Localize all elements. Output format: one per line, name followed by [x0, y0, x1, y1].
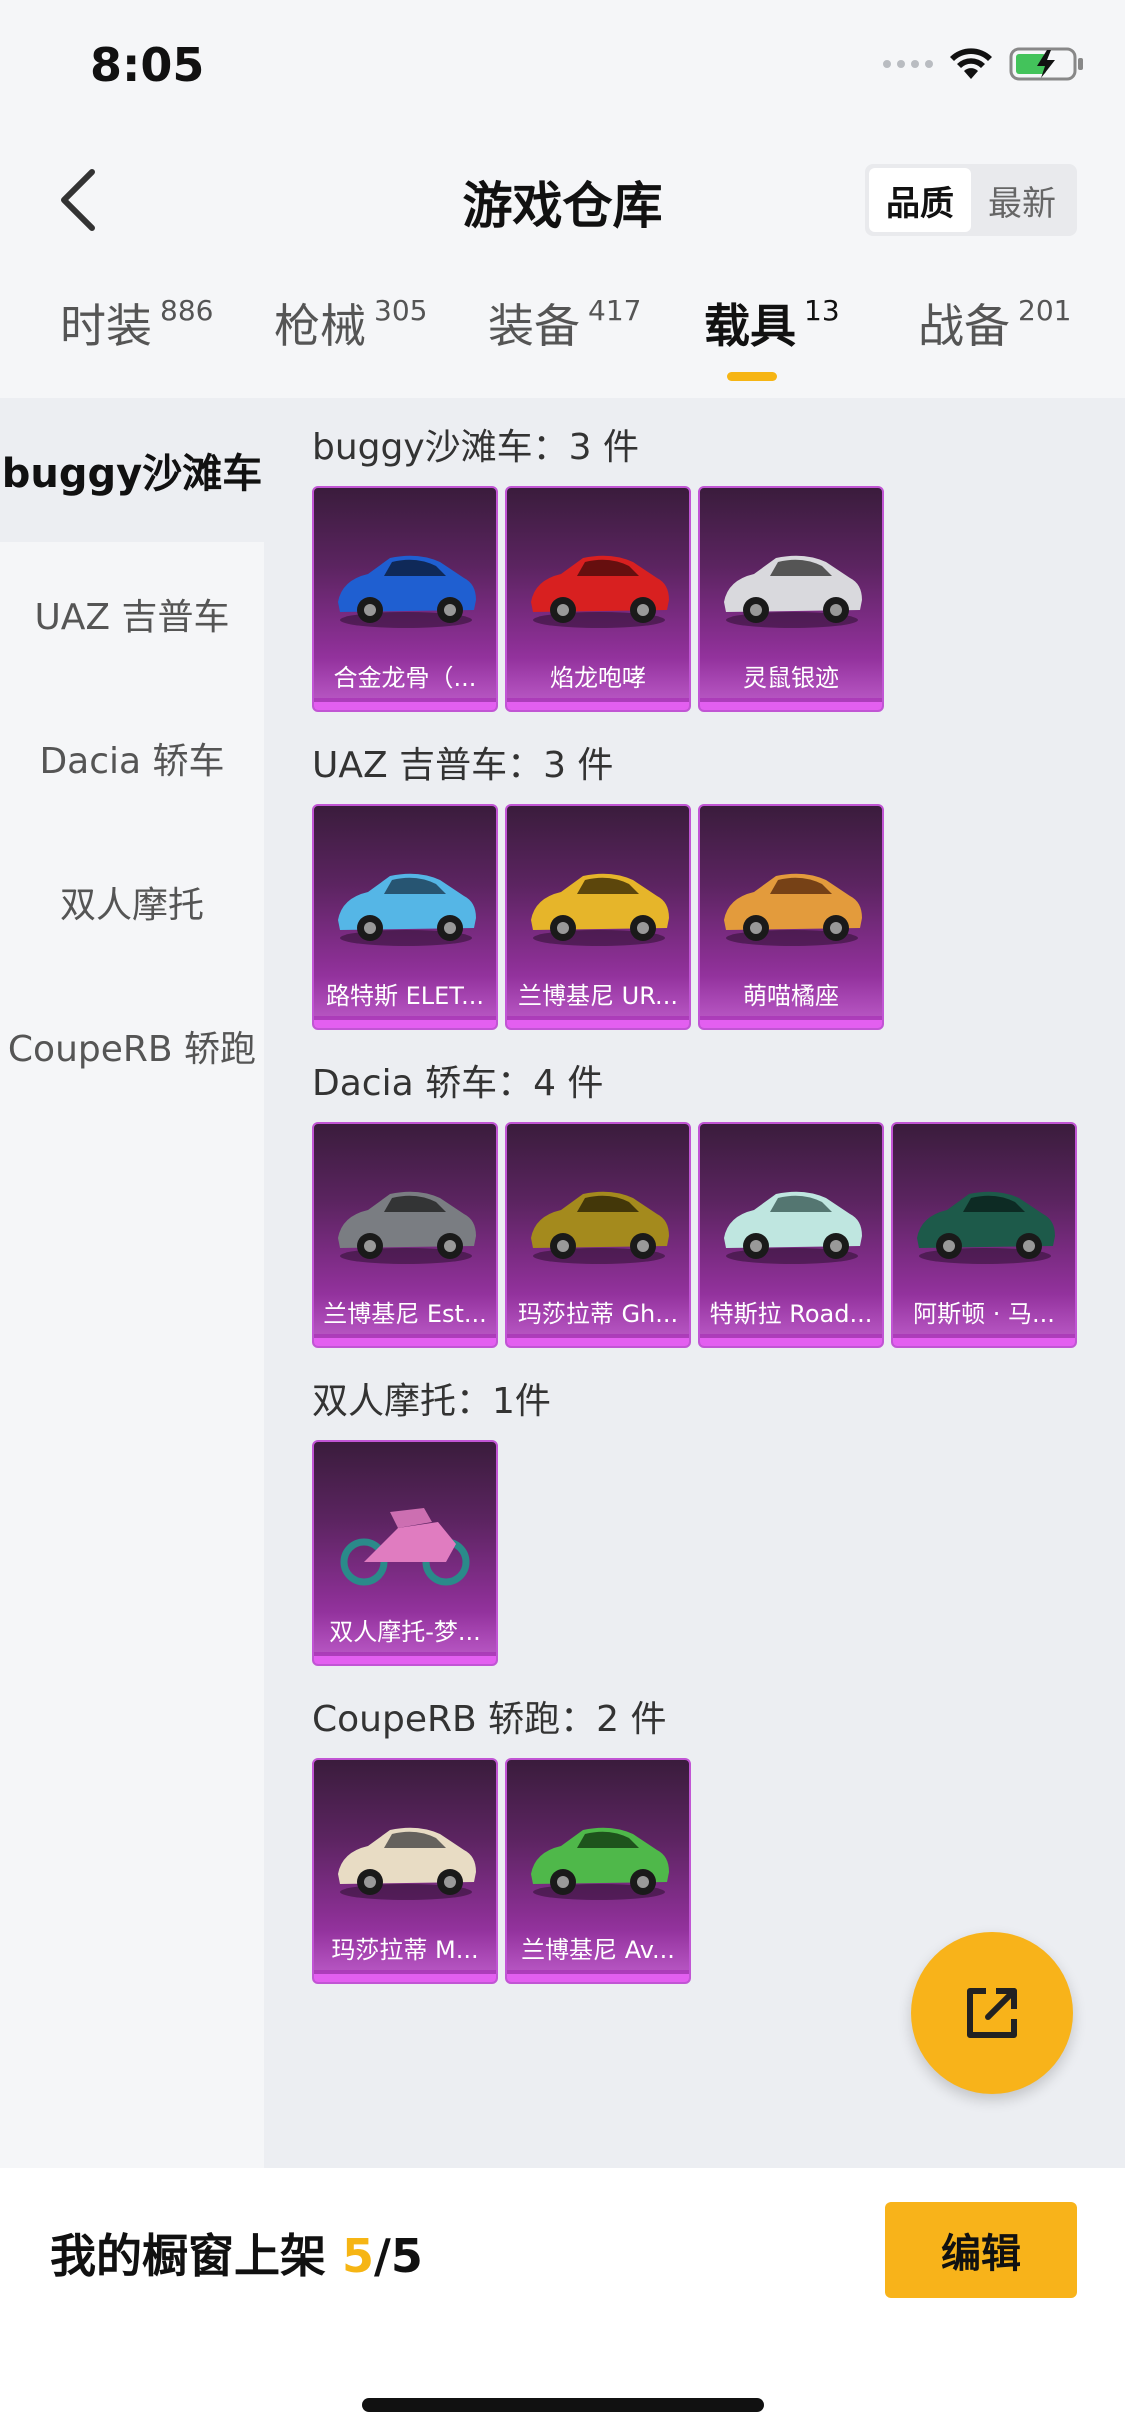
vehicle-name: 焰龙咆哮 [507, 658, 689, 698]
vehicle-name: 合金龙骨（... [314, 658, 496, 698]
tab-vehicles[interactable]: 载具 13 [704, 290, 840, 356]
tab-tactical[interactable]: 战备 201 [918, 290, 1071, 356]
tab-equipment[interactable]: 装备 417 [488, 290, 641, 356]
vehicle-name: 双人摩托-梦... [314, 1612, 496, 1652]
active-tab-indicator [727, 372, 777, 381]
sidebar: buggy沙滩车 UAZ 吉普车 Dacia 轿车 双人摩托 CoupeRB 轿… [0, 398, 264, 2168]
car-image [724, 873, 862, 946]
tab-weapons[interactable]: 枪械 305 [274, 290, 427, 356]
vehicle-card[interactable]: 萌喵橘座 [698, 804, 884, 1030]
tab-fashion[interactable]: 时装 886 [60, 290, 213, 356]
home-indicator [362, 2398, 764, 2412]
vehicle-card[interactable]: 玛莎拉蒂 M... [312, 1758, 498, 1984]
edit-button[interactable]: 编辑 [885, 2202, 1077, 2298]
status-bar: 8:05 [0, 0, 1125, 136]
category-tabs: 时装 886 枪械 305 装备 417 载具 13 战备 201 [0, 290, 1125, 400]
battery-icon [1009, 47, 1083, 81]
status-icons [883, 46, 1085, 82]
tab-label: 时装 [60, 299, 152, 353]
sidebar-item-motorbike[interactable]: 双人摩托 [0, 830, 264, 974]
tab-count: 305 [374, 294, 428, 327]
vehicle-name: 灵鼠银迹 [700, 658, 882, 698]
vehicle-card[interactable]: 路特斯 ELET... [312, 804, 498, 1030]
showcase-label: 我的橱窗上架 [50, 2229, 343, 2283]
car-image [531, 1191, 669, 1264]
sidebar-item-uaz[interactable]: UAZ 吉普车 [0, 542, 264, 686]
signal-icon [883, 60, 933, 68]
car-image [531, 1827, 669, 1900]
sidebar-item-coupe[interactable]: CoupeRB 轿跑 [0, 974, 264, 1118]
car-image [917, 1191, 1055, 1264]
sort-newest[interactable]: 最新 [971, 168, 1073, 232]
vehicle-card[interactable]: 阿斯顿 · 马... [891, 1122, 1077, 1348]
tab-label: 枪械 [274, 299, 366, 353]
group-title-dacia: Dacia 轿车：4 件 [312, 1063, 604, 1104]
vehicle-card[interactable]: 双人摩托-梦... [312, 1440, 498, 1666]
status-time: 8:05 [90, 38, 205, 92]
vehicle-card[interactable]: 灵鼠银迹 [698, 486, 884, 712]
tab-label: 装备 [488, 299, 580, 353]
wifi-icon [950, 48, 992, 79]
tab-label: 载具 [704, 299, 796, 353]
sidebar-item-dacia[interactable]: Dacia 轿车 [0, 686, 264, 830]
car-image [338, 555, 476, 628]
share-button[interactable] [911, 1932, 1073, 2094]
vehicle-card[interactable]: 兰博基尼 Av... [505, 1758, 691, 1984]
showcase-status: 我的橱窗上架 5/5 [50, 2220, 423, 2286]
group-title-motorbike: 双人摩托：1件 [312, 1381, 551, 1422]
vehicle-name: 兰博基尼 UR... [507, 976, 689, 1016]
vehicle-card[interactable]: 特斯拉 Road... [698, 1122, 884, 1348]
vehicle-card[interactable]: 合金龙骨（... [312, 486, 498, 712]
vehicle-name: 路特斯 ELET... [314, 976, 496, 1016]
tab-count: 886 [160, 294, 214, 327]
vehicle-card[interactable]: 焰龙咆哮 [505, 486, 691, 712]
tab-count: 201 [1018, 294, 1072, 327]
group-title-coupe: CoupeRB 轿跑：2 件 [312, 1699, 667, 1740]
vehicle-name: 玛莎拉蒂 Gh... [507, 1294, 689, 1334]
vehicle-name: 兰博基尼 Av... [507, 1930, 689, 1970]
bottom-bar: 我的橱窗上架 5/5 编辑 [0, 2168, 1125, 2436]
motorbike-image [340, 1508, 470, 1586]
car-image [724, 555, 862, 628]
car-image [724, 1191, 862, 1264]
vehicle-name: 兰博基尼 Est... [314, 1294, 496, 1334]
vehicle-name: 特斯拉 Road... [700, 1294, 882, 1334]
sort-quality[interactable]: 品质 [869, 168, 971, 232]
car-image [531, 555, 669, 628]
car-image [531, 873, 669, 946]
car-image [338, 873, 476, 946]
group-title-buggy: buggy沙滩车：3 件 [312, 427, 640, 468]
vehicle-card[interactable]: 兰博基尼 UR... [505, 804, 691, 1030]
tab-count: 13 [804, 294, 840, 327]
showcase-total: /5 [374, 2229, 423, 2283]
sidebar-item-buggy[interactable]: buggy沙滩车 [0, 398, 264, 542]
vehicle-name: 玛莎拉蒂 M... [314, 1930, 496, 1970]
vehicle-name: 萌喵橘座 [700, 976, 882, 1016]
sort-toggle[interactable]: 品质 最新 [865, 164, 1077, 236]
vehicle-card[interactable]: 玛莎拉蒂 Gh... [505, 1122, 691, 1348]
group-title-uaz: UAZ 吉普车：3 件 [312, 745, 614, 786]
showcase-count: 5 [342, 2229, 375, 2283]
tab-count: 417 [588, 294, 642, 327]
car-image [338, 1191, 476, 1264]
car-image [338, 1827, 476, 1900]
nav-bar: 游戏仓库 品质 最新 [0, 136, 1125, 264]
vehicle-name: 阿斯顿 · 马... [893, 1294, 1075, 1334]
tab-label: 战备 [918, 299, 1010, 353]
vehicle-card[interactable]: 兰博基尼 Est... [312, 1122, 498, 1348]
share-icon [967, 1988, 1017, 2038]
